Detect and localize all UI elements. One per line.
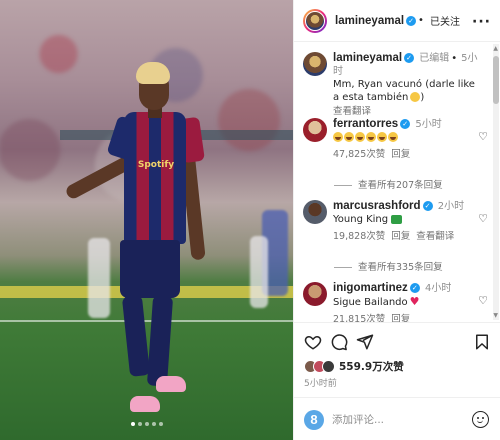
author-avatar[interactable]: [303, 8, 327, 33]
follow-button[interactable]: 已关注: [430, 13, 460, 28]
separator-dot: •: [451, 53, 458, 64]
carousel-dot[interactable]: [137, 422, 142, 426]
view-replies-link[interactable]: 查看所有335条回复: [334, 259, 443, 273]
commenter-avatar[interactable]: [303, 118, 327, 142]
comment-item: ferrantorres ✓ 5小时 47,825次赞 回复 ♡: [303, 118, 488, 178]
verified-icon: ✓: [422, 201, 433, 211]
comment-text: Young King: [333, 214, 389, 225]
share-icon[interactable]: [356, 333, 374, 351]
carousel-dots: [0, 422, 293, 426]
more-icon[interactable]: ···: [472, 14, 491, 30]
liker-avatar: [322, 360, 335, 373]
author-avatar[interactable]: [303, 52, 327, 76]
player-jersey: [124, 112, 186, 244]
post-photo[interactable]: Spotify: [0, 0, 293, 440]
likes-count[interactable]: 559.9万次赞: [339, 359, 404, 374]
comments-list[interactable]: lamineyamal ✓ 已编辑 • 5小时 Mm, Ryan vacunó (da…: [294, 42, 500, 322]
comment-text: Sigue Bailando: [333, 297, 408, 308]
verified-icon: ✓: [406, 15, 417, 26]
caption-edited: 已编辑: [419, 53, 450, 64]
player-shorts: [120, 240, 180, 298]
comment-likes[interactable]: 47,825次赞: [333, 149, 385, 160]
post-side-panel: lamineyamal ✓ • 已关注 ··· lamineyamal ✓ 已编辑…: [293, 0, 500, 440]
comment-like-heart-icon[interactable]: ♡: [478, 294, 488, 307]
commenter-avatar[interactable]: [303, 282, 327, 306]
reply-button[interactable]: 回复: [391, 314, 410, 322]
composer-avatar: 8: [304, 409, 324, 430]
commenter-avatar[interactable]: [303, 200, 327, 224]
comment-time: 2小时: [437, 201, 465, 212]
laughing-emoji-row: [333, 132, 399, 143]
emoji-icon[interactable]: [472, 411, 489, 428]
player-left-boot: [130, 396, 160, 412]
player-hair: [136, 62, 170, 84]
bookmark-icon[interactable]: [473, 333, 491, 351]
post-actions: 559.9万次赞 5小时前 8: [294, 322, 500, 440]
jersey-sponsor: Spotify: [137, 160, 175, 170]
laughing-emoji-icon: [333, 132, 343, 142]
red-heart-emoji-icon: ♥: [409, 295, 420, 308]
caption-text: Mm, Ryan vacunó (darle like a esta tambi…: [333, 79, 475, 103]
comment-like-heart-icon[interactable]: ♡: [478, 212, 488, 225]
translate-link[interactable]: 查看翻译: [333, 106, 371, 117]
posted-time: 5小时前: [304, 379, 337, 389]
comment-item: inigomartinez ✓ 4小时 Sigue Bailando ♥ 21,81…: [303, 282, 488, 322]
laughing-emoji-icon: [355, 132, 365, 142]
carousel-dot[interactable]: [130, 422, 135, 426]
post-caption: lamineyamal ✓ 已编辑 • 5小时 Mm, Ryan vacunó (da…: [303, 52, 488, 117]
comment-likes[interactable]: 19,828次赞: [333, 231, 385, 242]
action-bar: [304, 333, 491, 353]
heart-icon[interactable]: [304, 333, 322, 351]
player-right-boot: [156, 376, 186, 392]
player-right-leg: [146, 295, 174, 387]
comment-item: marcusrashford ✓ 2小时 Young King 19,828次赞回…: [303, 200, 488, 260]
comments-scrollbar-thumb[interactable]: [493, 56, 499, 104]
comment-likes[interactable]: 21,815次赞: [333, 314, 385, 322]
verified-icon: ✓: [404, 53, 415, 63]
player-left-leg: [121, 295, 151, 377]
carousel-dot[interactable]: [158, 422, 163, 426]
caption-text-end: ): [420, 92, 425, 103]
carousel-dot[interactable]: [151, 422, 156, 426]
translate-link[interactable]: 查看翻译: [416, 231, 454, 242]
comment-time: 4小时: [424, 283, 452, 294]
view-replies-link[interactable]: 查看所有207条回复: [334, 177, 443, 191]
player-figure: Spotify: [0, 0, 293, 440]
scroll-up-icon[interactable]: ▲: [493, 45, 498, 52]
smile-emoji-icon: [410, 92, 421, 102]
commenter-username[interactable]: ferrantorres: [333, 118, 398, 130]
scroll-down-icon[interactable]: ▼: [493, 312, 498, 319]
verified-icon: ✓: [409, 283, 420, 293]
laughing-emoji-icon: [366, 132, 376, 142]
likes-summary[interactable]: 559.9万次赞: [304, 359, 404, 374]
carousel-dot[interactable]: [144, 422, 149, 426]
comment-input[interactable]: [332, 413, 462, 426]
commenter-username[interactable]: inigomartinez: [333, 282, 408, 294]
comment-icon[interactable]: [330, 333, 348, 351]
laughing-emoji-icon: [344, 132, 354, 142]
crown-emoji-icon: [391, 214, 403, 224]
comment-composer: 8: [294, 397, 500, 440]
reply-button[interactable]: 回复: [391, 149, 410, 160]
commenter-username[interactable]: marcusrashford: [333, 200, 421, 212]
laughing-emoji-icon: [388, 132, 398, 142]
laughing-emoji-icon: [377, 132, 387, 142]
caption-username[interactable]: lamineyamal: [333, 52, 402, 64]
comment-like-heart-icon[interactable]: ♡: [478, 130, 488, 143]
reply-button[interactable]: 回复: [391, 231, 410, 242]
comment-time: 5小时: [415, 119, 442, 130]
separator-dot: •: [418, 15, 424, 26]
post-header: lamineyamal ✓ • 已关注 ···: [294, 0, 500, 42]
author-username[interactable]: lamineyamal: [335, 15, 404, 27]
verified-icon: ✓: [400, 119, 411, 129]
